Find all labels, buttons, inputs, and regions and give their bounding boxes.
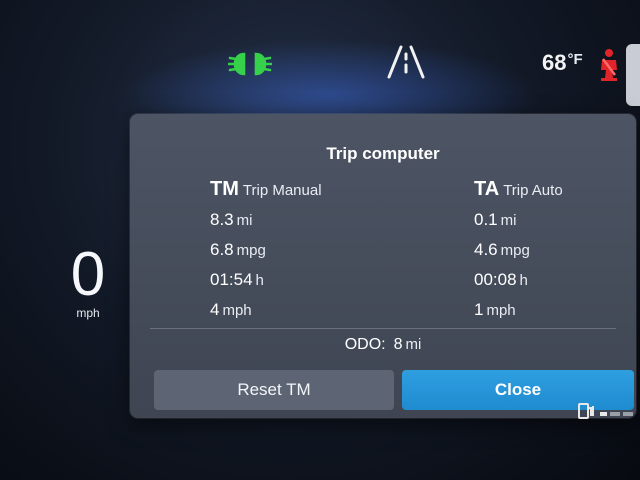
temperature-value: 68 <box>542 50 567 75</box>
tm-economy-value: 6.8 <box>210 240 234 259</box>
ta-distance-unit: mi <box>500 212 517 229</box>
odometer: ODO: 8 mi <box>130 336 636 354</box>
side-status-widget <box>626 44 640 106</box>
ta-time: 00:08 h <box>474 268 563 292</box>
ta-avg-speed: 1 mph <box>474 298 563 322</box>
dialog-title: Trip computer <box>326 144 440 163</box>
trip-manual-abbr: TM <box>210 178 239 200</box>
fuel-indicator-icon <box>578 403 633 419</box>
outside-temperature: 68°F <box>542 50 583 76</box>
trip-auto-abbr: TA <box>474 178 500 200</box>
tm-time: 01:54 h <box>210 268 322 292</box>
ta-avg-speed-value: 1 <box>474 300 484 319</box>
speedometer: 0 mph <box>58 240 118 321</box>
tm-avg-speed-value: 4 <box>210 300 220 319</box>
trip-manual-name: Trip Manual <box>242 182 322 199</box>
tm-avg-speed-unit: mph <box>222 302 252 319</box>
ta-distance: 0.1 mi <box>474 208 563 232</box>
trip-auto-header: TA Trip Auto <box>474 176 563 202</box>
tm-distance-unit: mi <box>236 212 253 229</box>
ta-avg-speed-unit: mph <box>486 302 516 319</box>
tm-economy: 6.8 mpg <box>210 238 322 262</box>
trip-manual-header: TM Trip Manual <box>210 176 322 202</box>
tm-distance-value: 8.3 <box>210 210 234 229</box>
odometer-unit: mi <box>405 336 422 353</box>
tm-distance: 8.3 mi <box>210 208 322 232</box>
speed-unit: mph <box>76 306 100 320</box>
ta-economy-value: 4.6 <box>474 240 498 259</box>
trip-auto-name: Trip Auto <box>503 182 563 199</box>
tm-time-unit: h <box>255 272 264 289</box>
ta-economy-unit: mpg <box>500 242 530 259</box>
status-bar: 68°F <box>0 0 640 106</box>
reset-tm-button[interactable]: Reset TM <box>154 370 394 410</box>
odometer-value: 8 <box>393 336 403 353</box>
trip-auto-column: TA Trip Auto 0.1 mi 4.6 mpg 00:08 h 1 mph <box>474 176 563 322</box>
ta-economy: 4.6 mpg <box>474 238 563 262</box>
ta-distance-value: 0.1 <box>474 210 498 229</box>
tm-avg-speed: 4 mph <box>210 298 322 322</box>
speed-value: 0 <box>70 240 106 309</box>
ta-time-value: 00:08 <box>474 270 517 289</box>
tm-time-value: 01:54 <box>210 270 253 289</box>
tm-economy-unit: mpg <box>236 242 266 259</box>
trip-manual-column: TM Trip Manual 8.3 mi 6.8 mpg 01:54 h 4 mph <box>210 176 322 322</box>
seatbelt-warning-icon <box>601 49 617 81</box>
headlight-icon <box>228 52 272 76</box>
odometer-label: ODO: <box>344 336 386 353</box>
lane-assist-icon <box>387 45 425 79</box>
temperature-unit: °F <box>567 51 583 68</box>
trip-computer-dialog: Trip computer TM Trip Manual 8.3 mi 6.8 mpg… <box>130 114 636 418</box>
ta-time-unit: h <box>519 272 528 289</box>
dialog-divider <box>150 328 616 329</box>
